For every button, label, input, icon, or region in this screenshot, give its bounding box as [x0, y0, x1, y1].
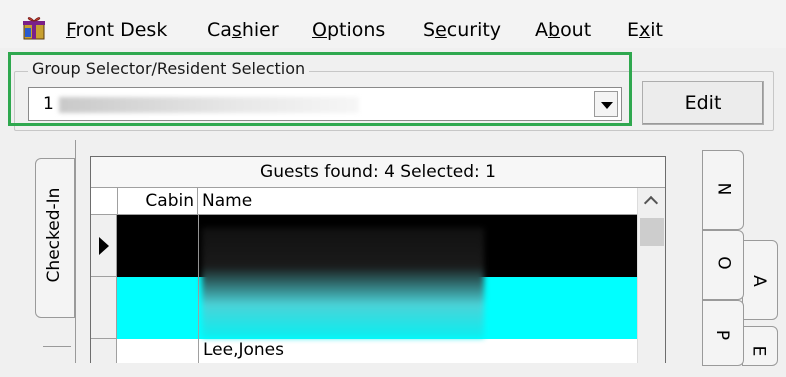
guests-found-caption: Guests found: 4 Selected: 1: [91, 157, 665, 188]
table-row[interactable]: Lee,Jones: [91, 339, 637, 363]
tab-n[interactable]: N: [702, 150, 744, 230]
grid-header-row: Cabin Name: [91, 188, 665, 215]
menu-cashier[interactable]: Cashier: [207, 18, 279, 42]
highlight-box: [8, 52, 632, 126]
name-cell: Lee,Jones: [203, 340, 284, 360]
tab-e[interactable]: E: [742, 326, 778, 366]
row-selector-header: [91, 188, 118, 214]
redacted-guest-names: [202, 228, 484, 338]
tab-a[interactable]: A: [742, 240, 778, 320]
edit-button[interactable]: Edit: [642, 81, 764, 125]
tab-checked-in-label: Checked-In: [44, 187, 64, 283]
menu-exit[interactable]: Exit: [627, 18, 663, 42]
scroll-up-icon[interactable]: [638, 188, 665, 214]
scroll-thumb[interactable]: [640, 218, 664, 246]
tab-p[interactable]: P: [702, 300, 744, 366]
tab-next-left[interactable]: [43, 346, 71, 377]
column-header-name[interactable]: Name: [202, 188, 252, 214]
current-row-arrow-icon: [99, 237, 109, 255]
vertical-scrollbar[interactable]: [637, 188, 665, 363]
menu-security[interactable]: Security: [423, 18, 501, 42]
menu-front-desk[interactable]: Front Desk: [66, 18, 167, 42]
row-selector[interactable]: [91, 215, 117, 277]
menu-options[interactable]: Options: [312, 18, 385, 42]
cabin-cell: [118, 215, 199, 277]
tab-o[interactable]: O: [702, 230, 744, 300]
menu-about[interactable]: About: [535, 18, 591, 42]
menu-bar: Front Desk Cashier Options Security Abou…: [0, 0, 786, 48]
column-header-cabin[interactable]: Cabin: [118, 188, 198, 214]
cabin-cell: [118, 339, 199, 363]
gift-icon[interactable]: [22, 14, 46, 40]
panel-divider: [75, 140, 76, 363]
row-selector[interactable]: [91, 277, 117, 339]
row-selector[interactable]: [91, 339, 117, 363]
cabin-cell: [118, 277, 199, 339]
tab-checked-in[interactable]: Checked-In: [35, 158, 75, 318]
